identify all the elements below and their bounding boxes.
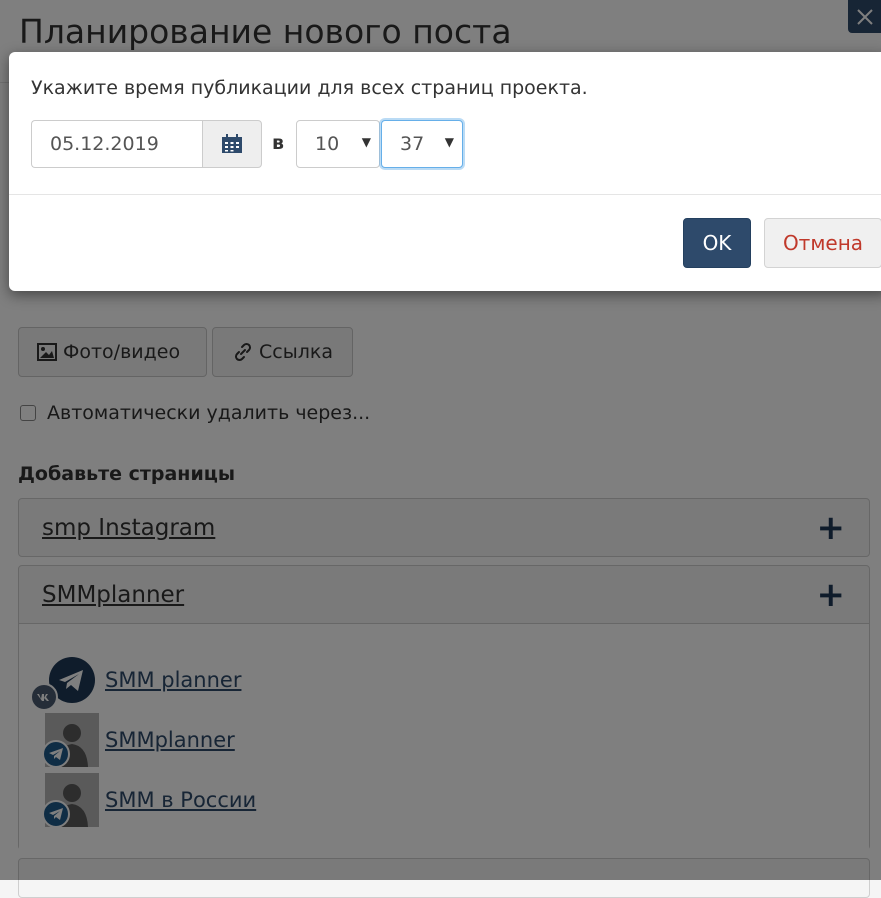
hour-value: 10 <box>315 133 340 155</box>
minute-select[interactable]: 37 ▼ <box>381 120 463 168</box>
calendar-icon <box>222 134 242 153</box>
date-input[interactable]: 05.12.2019 <box>31 120 203 168</box>
schedule-time-dialog: Укажите время публикации для всех страни… <box>9 52 881 291</box>
dialog-prompt: Укажите время публикации для всех страни… <box>31 77 588 99</box>
ok-button[interactable]: OK <box>683 218 751 268</box>
calendar-button[interactable] <box>202 120 262 168</box>
minute-value: 37 <box>400 133 425 155</box>
at-label: в <box>272 132 285 154</box>
cancel-button[interactable]: Отмена <box>764 218 881 268</box>
chevron-down-icon: ▼ <box>444 135 454 149</box>
hour-select[interactable]: 10 ▼ <box>296 120 380 168</box>
chevron-down-icon: ▼ <box>361 135 371 149</box>
dialog-divider <box>9 194 881 195</box>
